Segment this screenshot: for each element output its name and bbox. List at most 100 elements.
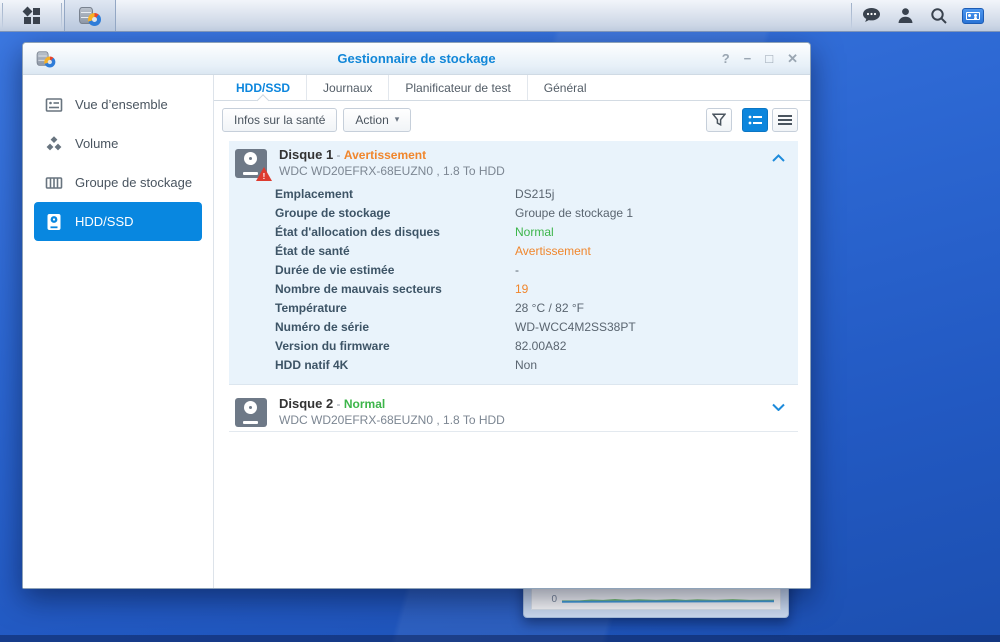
disk-panel-2[interactable]: Disque 2 - Normal WDC WD20EFRX-68EUZN0 ,…	[229, 390, 798, 432]
sidebar-item-hdd-ssd[interactable]: HDD/SSD	[34, 202, 202, 241]
detail-label: Nombre de mauvais secteurs	[275, 282, 515, 296]
detail-value: WD-WCC4M2SS38PT	[515, 320, 636, 334]
tab-planificateur[interactable]: Planificateur de test	[388, 75, 526, 100]
separator: -	[337, 148, 341, 162]
detail-row: EmplacementDS215j	[275, 184, 798, 203]
detail-row: État de santéAvertissement	[275, 241, 798, 260]
chevron-down-icon[interactable]	[772, 403, 785, 411]
detail-label: HDD natif 4K	[275, 358, 515, 372]
detail-row: Température28 °C / 82 °F	[275, 298, 798, 317]
action-dropdown-button[interactable]: Action ▾	[343, 108, 411, 132]
disk-name: Disque 1	[279, 147, 333, 162]
maximize-button[interactable]: □	[765, 52, 773, 65]
detail-label: Numéro de série	[275, 320, 515, 334]
disk-1-details: EmplacementDS215j Groupe de stockageGrou…	[229, 182, 798, 384]
sidebar-item-label: Groupe de stockage	[75, 175, 192, 190]
detail-value: Normal	[515, 225, 554, 239]
detail-label: Durée de vie estimée	[275, 263, 515, 277]
detail-row: HDD natif 4KNon	[275, 355, 798, 374]
detail-value: 82.00A82	[515, 339, 566, 353]
minimize-button[interactable]: −	[744, 52, 752, 65]
separator: -	[337, 397, 341, 411]
close-button[interactable]: ✕	[787, 52, 798, 65]
taskbar-separator	[2, 3, 3, 28]
detail-value: 28 °C / 82 °F	[515, 301, 584, 315]
detail-row: État d'allocation des disquesNormal	[275, 222, 798, 241]
detail-label: Emplacement	[275, 187, 515, 201]
desktop-bottom-edge	[0, 635, 1000, 642]
sidebar-item-overview[interactable]: Vue d’ensemble	[23, 85, 213, 124]
tab-general[interactable]: Général	[527, 75, 603, 100]
search-icon[interactable]	[922, 0, 956, 32]
taskbar-right-icons	[849, 0, 1000, 31]
detail-value: 19	[515, 282, 528, 296]
detail-row: Durée de vie estimée-	[275, 260, 798, 279]
taskbar-separator	[61, 3, 62, 28]
hdd-icon	[235, 398, 267, 427]
main-menu-button[interactable]	[5, 0, 59, 31]
action-label: Action	[355, 113, 388, 127]
main-menu-icon	[23, 7, 41, 25]
detail-row: Version du firmware82.00A82	[275, 336, 798, 355]
disk-status: Normal	[344, 397, 385, 411]
disk-status: Avertissement	[344, 148, 426, 162]
sidebar-item-label: Vue d’ensemble	[75, 97, 168, 112]
help-button[interactable]: ?	[722, 52, 730, 65]
sidebar-item-label: HDD/SSD	[75, 214, 134, 229]
list-view-button[interactable]	[772, 108, 798, 132]
chevron-down-icon: ▾	[395, 114, 400, 125]
warning-badge-icon: !	[256, 167, 272, 181]
detail-value: -	[515, 263, 519, 277]
storage-manager-window: Gestionnaire de stockage ? − □ ✕ Vue d’e…	[22, 42, 811, 589]
detail-value: DS215j	[515, 187, 554, 201]
widgets-icon[interactable]	[956, 0, 990, 32]
sidebar-item-label: Volume	[75, 136, 118, 151]
window-title: Gestionnaire de stockage	[23, 51, 810, 66]
storage-manager-app-icon	[79, 6, 101, 26]
disk-model: WDC WD20EFRX-68EUZN0 , 1.8 To HDD	[279, 164, 505, 178]
detail-row: Nombre de mauvais secteurs19	[275, 279, 798, 298]
disk-2-header[interactable]: Disque 2 - Normal WDC WD20EFRX-68EUZN0 ,…	[229, 390, 798, 431]
user-icon[interactable]	[888, 0, 922, 32]
detail-label: État d'allocation des disques	[275, 225, 515, 239]
main-content: HDD/SSD Journaux Planificateur de test G…	[214, 75, 810, 588]
detail-view-icon	[748, 114, 763, 126]
detail-value: Avertissement	[515, 244, 591, 258]
chat-icon[interactable]	[854, 0, 888, 32]
detail-row: Numéro de sérieWD-WCC4M2SS38PT	[275, 317, 798, 336]
health-info-label: Infos sur la santé	[234, 113, 325, 127]
disk-name: Disque 2	[279, 396, 333, 411]
detail-label: État de santé	[275, 244, 515, 258]
detail-label: Température	[275, 301, 515, 315]
health-info-button[interactable]: Infos sur la santé	[222, 108, 337, 132]
detail-value: Non	[515, 358, 537, 372]
disk-1-header[interactable]: ! Disque 1 - Avertissement WDC WD20EFRX-…	[229, 141, 798, 182]
hdd-icon	[45, 213, 63, 231]
sidebar-item-storage-pool[interactable]: Groupe de stockage	[23, 163, 213, 202]
detail-row: Groupe de stockageGroupe de stockage 1	[275, 203, 798, 222]
tab-hdd-ssd[interactable]: HDD/SSD	[220, 75, 306, 100]
tab-bar: HDD/SSD Journaux Planificateur de test G…	[214, 75, 810, 101]
detail-label: Groupe de stockage	[275, 206, 515, 220]
detail-view-button[interactable]	[742, 108, 768, 132]
filter-button[interactable]	[706, 108, 732, 132]
disk-panel-1[interactable]: ! Disque 1 - Avertissement WDC WD20EFRX-…	[229, 141, 798, 385]
list-view-icon	[778, 114, 792, 126]
filter-icon	[712, 113, 726, 126]
taskbar-separator	[851, 3, 852, 29]
volume-icon	[45, 135, 63, 153]
disk-list: ! Disque 1 - Avertissement WDC WD20EFRX-…	[214, 138, 810, 588]
window-titlebar[interactable]: Gestionnaire de stockage ? − □ ✕	[23, 43, 810, 75]
toolbar: Infos sur la santé Action ▾	[214, 101, 810, 138]
storage-manager-taskbar-button[interactable]	[64, 0, 116, 31]
hdd-warning-icon: !	[235, 149, 267, 178]
storage-pool-icon	[45, 174, 63, 192]
y-tick-bottom: 0	[551, 594, 557, 605]
sidebar: Vue d’ensemble Volume Groupe de stockage	[23, 75, 214, 588]
sidebar-item-volume[interactable]: Volume	[23, 124, 213, 163]
disk-model: WDC WD20EFRX-68EUZN0 , 1.8 To HDD	[279, 413, 505, 427]
taskbar	[0, 0, 1000, 32]
tab-journaux[interactable]: Journaux	[306, 75, 388, 100]
overview-icon	[45, 96, 63, 114]
chevron-up-icon[interactable]	[772, 154, 785, 162]
